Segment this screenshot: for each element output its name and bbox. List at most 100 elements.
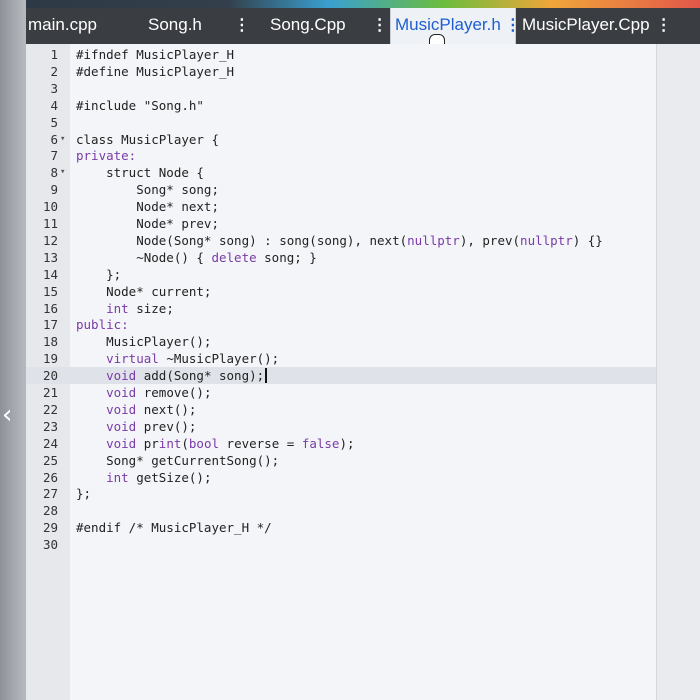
code-text: int getSize(); [106,469,212,485]
code-line[interactable]: 23 void prev(); [26,418,656,435]
code-text: class MusicPlayer { [76,131,219,147]
line-number: 18 [42,334,58,350]
code-text: Node(Song* song) : song(song), next(null… [76,232,603,248]
code-text: MusicPlayer(); [76,334,212,350]
tab-label: Song.h [148,15,202,34]
code-line[interactable]: 26 int getSize(); [26,469,656,486]
code-text: #define MusicPlayer_H [76,63,235,79]
code-text: int size; [106,300,174,316]
code-text: virtual ~MusicPlayer(); [106,351,280,367]
editor-scrollbar[interactable] [656,44,700,700]
text-caret [265,368,267,384]
code-line[interactable]: 30 [26,536,656,553]
code-line[interactable]: 16 int size; [26,300,656,317]
back-chevron-icon[interactable]: ‹ [2,402,12,428]
code-line[interactable]: 4 #include "Song.h" [26,97,656,114]
line-number: 2 [50,63,58,79]
code-line[interactable]: 22 void next(); [26,401,656,418]
code-text: Node* prev; [76,216,219,231]
line-number: 26 [42,469,58,485]
code-text: void remove(); [106,385,212,400]
file-tab-bar: main.cpp Song.h ⋮ Song.Cpp ⋮ MusicPlayer.h… [26,8,700,54]
line-number: 23 [42,418,58,434]
ide-screen: main.cpp Song.h ⋮ Song.Cpp ⋮ MusicPlayer.h… [26,0,700,700]
line-number: 12 [42,232,58,248]
code-text: Node* next; [76,199,219,215]
tab-song-h[interactable]: Song.h ⋮ [138,8,264,44]
code-line[interactable]: 28 [26,502,656,519]
code-line[interactable]: 27}; [26,485,656,502]
tab-musicplayer-cpp[interactable]: MusicPlayer.Cpp ⋮ [516,8,700,44]
tab-label: Song.Cpp [270,15,346,34]
code-text: ~Node() { delete song; } [76,249,317,265]
code-line[interactable]: 18 MusicPlayer(); [26,333,656,350]
tab-menu-icon[interactable]: ⋮ [234,9,250,43]
line-number: 3 [50,80,58,96]
line-number: 27 [42,486,58,502]
code-line[interactable]: 17 public: [26,316,656,333]
tab-menu-icon[interactable]: ⋮ [372,9,388,43]
code-text: }; [76,486,92,502]
line-number: 13 [42,249,58,265]
tab-label: MusicPlayer.h [395,15,501,34]
tab-song-cpp[interactable]: Song.Cpp ⋮ [264,8,390,44]
code-text: Song* getCurrentSong(); [76,452,280,468]
code-text: }; [76,266,122,282]
line-number: 29 [42,520,58,536]
code-line[interactable]: 5 [26,114,656,131]
code-line[interactable]: 20 void add(Song* song); [26,367,656,385]
code-text: private: [76,148,137,164]
line-number: 22 [42,401,58,417]
fold-arrow-icon[interactable]: ▾ [60,164,65,181]
device-bezel: ‹ [0,0,26,700]
line-number: 15 [42,283,58,299]
code-line[interactable]: 15 Node* current; [26,283,656,300]
code-line[interactable]: 10 Node* next; [26,198,656,215]
code-line[interactable]: 7 private: [26,147,656,164]
code-line[interactable]: 12 Node(Song* song) : song(song), next(n… [26,232,656,249]
line-number: 8 [50,165,58,181]
code-line[interactable]: 2 #define MusicPlayer_H [26,63,656,80]
line-number: 5 [50,114,58,130]
tab-main-cpp[interactable]: main.cpp [26,8,138,44]
line-number: 21 [42,385,58,400]
code-editor[interactable]: 1 #ifndef MusicPlayer_H 2 #define MusicPlay… [26,44,656,700]
code-line[interactable]: 14 }; [26,266,656,283]
code-text: public: [76,317,129,333]
line-number: 7 [50,148,58,164]
code-text: void print(bool reverse = false); [106,435,355,451]
code-text: #include "Song.h" [76,97,204,113]
line-number: 4 [50,97,58,113]
code-line[interactable]: 25 Song* getCurrentSong(); [26,452,656,469]
code-line[interactable]: 8 ▾ struct Node { [26,164,656,181]
code-text: Node* current; [76,283,212,299]
line-number: 10 [42,199,58,215]
code-text: void prev(); [106,418,197,434]
line-number: 6 [50,131,58,147]
line-number: 24 [42,435,58,451]
tab-label: MusicPlayer.Cpp [522,15,650,34]
tab-musicplayer-h[interactable]: MusicPlayer.h ⋮ [390,8,521,44]
line-number: 11 [42,216,58,231]
line-number: 20 [42,368,58,384]
code-line[interactable]: 24 void print(bool reverse = false); [26,435,656,452]
tab-menu-icon[interactable]: ⋮ [656,9,672,43]
code-line[interactable]: 21 void remove(); [26,384,656,401]
code-line[interactable]: 11 Node* prev; [26,215,656,232]
line-number: 16 [42,300,58,316]
code-text: struct Node { [76,165,204,181]
code-line[interactable]: 6 ▾ class MusicPlayer { [26,131,656,148]
line-number: 9 [50,182,58,198]
code-text: void add(Song* song); [106,368,265,384]
code-line[interactable]: 1 #ifndef MusicPlayer_H [26,46,656,63]
code-line[interactable]: 29 #endif /* MusicPlayer_H */ [26,519,656,536]
fold-arrow-icon[interactable]: ▾ [60,131,65,148]
code-line[interactable]: 9 Song* song; [26,181,656,198]
line-number: 14 [42,266,58,282]
code-text: Song* song; [76,182,219,198]
code-line[interactable]: 3 [26,80,656,97]
code-line[interactable]: 19 virtual ~MusicPlayer(); [26,350,656,367]
line-number: 25 [42,452,58,468]
code-text: #endif /* MusicPlayer_H */ [76,520,272,536]
code-line[interactable]: 13 ~Node() { delete song; } [26,249,656,266]
